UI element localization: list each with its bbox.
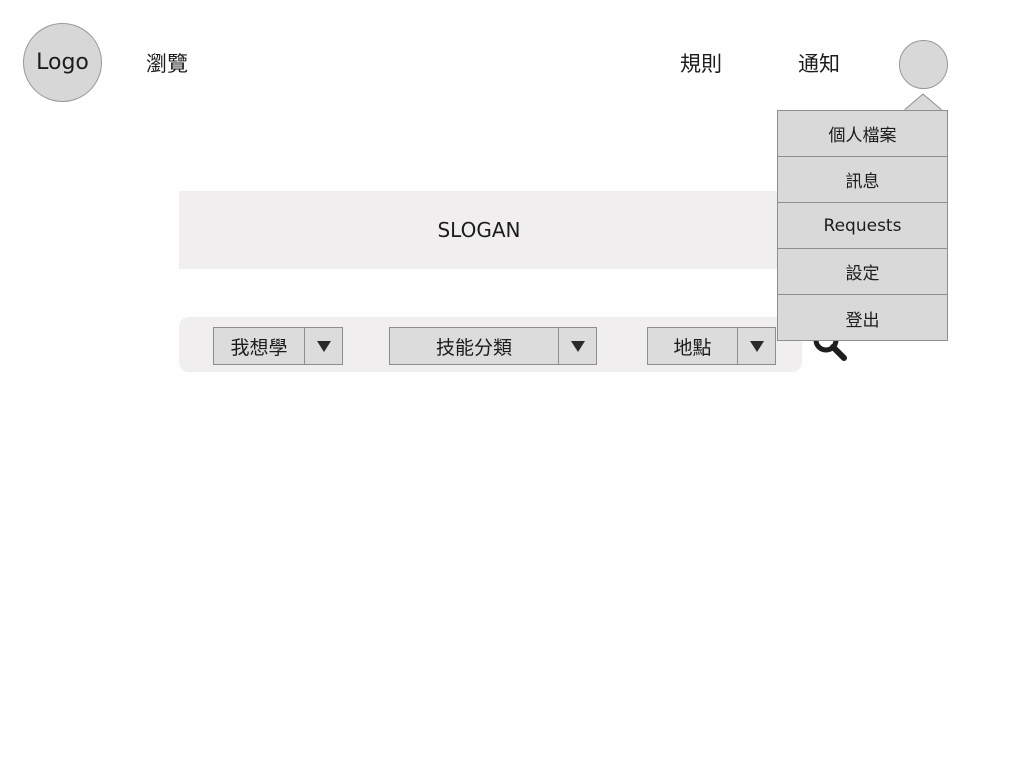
menu-caret bbox=[903, 93, 943, 111]
learn-select-label: 我想學 bbox=[230, 336, 288, 359]
triangle-down-icon bbox=[316, 340, 331, 352]
skill-category-select-arrow[interactable] bbox=[558, 328, 596, 364]
learn-select[interactable]: 我想學 bbox=[213, 327, 343, 365]
nav-browse[interactable]: 瀏覽 bbox=[146, 50, 188, 78]
menu-item-logout[interactable]: 登出 bbox=[778, 295, 947, 341]
skill-category-select[interactable]: 技能分類 bbox=[389, 327, 597, 365]
slogan-banner: SLOGAN bbox=[179, 191, 779, 269]
logo[interactable]: Logo bbox=[23, 23, 102, 102]
slogan-text: SLOGAN bbox=[437, 218, 521, 242]
learn-select-arrow[interactable] bbox=[304, 328, 342, 364]
triangle-down-icon bbox=[570, 340, 585, 352]
triangle-down-icon bbox=[749, 340, 764, 352]
location-select[interactable]: 地點 bbox=[647, 327, 776, 365]
user-menu: 個人檔案 訊息 Requests 設定 登出 bbox=[777, 110, 948, 341]
menu-item-messages[interactable]: 訊息 bbox=[778, 157, 947, 203]
menu-item-settings[interactable]: 設定 bbox=[778, 249, 947, 295]
location-select-label: 地點 bbox=[673, 336, 712, 359]
menu-item-profile[interactable]: 個人檔案 bbox=[778, 111, 947, 157]
logo-label: Logo bbox=[36, 50, 89, 75]
nav-notifications[interactable]: 通知 bbox=[798, 50, 840, 78]
skill-category-select-label: 技能分類 bbox=[435, 336, 512, 359]
nav-rules[interactable]: 規則 bbox=[680, 50, 722, 78]
location-select-arrow[interactable] bbox=[737, 328, 775, 364]
menu-item-requests[interactable]: Requests bbox=[778, 203, 947, 249]
avatar[interactable] bbox=[899, 40, 948, 89]
